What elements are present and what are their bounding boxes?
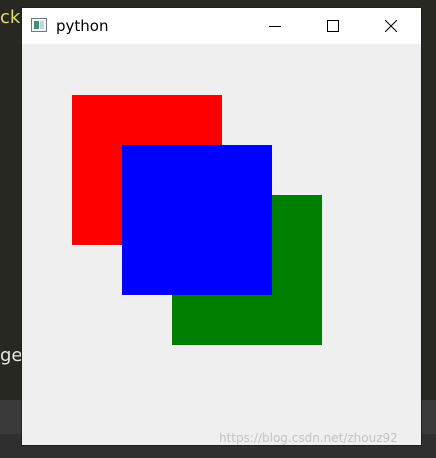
maximize-icon — [327, 20, 339, 32]
drawing-canvas — [22, 44, 421, 445]
minimize-icon — [269, 26, 281, 27]
desktop: ck ge python https://blog.csdn.net/zhouz… — [0, 0, 436, 458]
blue-square — [122, 145, 272, 295]
python-window-icon — [31, 18, 47, 32]
minimize-button[interactable] — [252, 8, 298, 44]
app-window: python — [22, 8, 421, 445]
title-bar[interactable]: python — [22, 8, 421, 44]
maximize-button[interactable] — [310, 8, 356, 44]
editor-fragment-top: ck — [0, 7, 21, 28]
close-button[interactable] — [368, 8, 414, 44]
close-icon — [385, 20, 397, 32]
watermark-text: https://blog.csdn.net/zhouz92 — [219, 431, 398, 445]
window-title: python — [56, 17, 109, 35]
editor-fragment-mid: ge — [0, 345, 23, 366]
